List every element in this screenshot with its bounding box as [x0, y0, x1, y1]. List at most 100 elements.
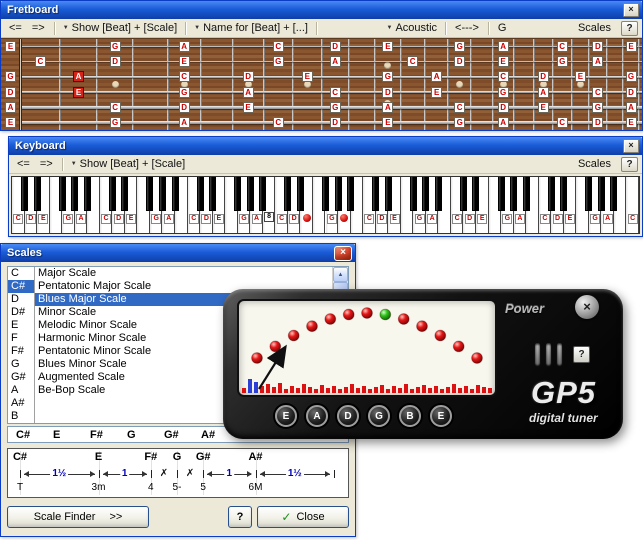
previous-beat-button[interactable]: <= [5, 21, 26, 35]
root-note-item[interactable]: D [8, 293, 34, 306]
scales-button[interactable]: Scales [574, 157, 615, 171]
fretboard-note[interactable]: G [592, 102, 603, 113]
piano-black-key[interactable] [560, 177, 567, 211]
scroll-up-button[interactable]: ▲ [333, 267, 348, 282]
fretboard-note[interactable]: E [243, 102, 254, 113]
tuner-string-button[interactable]: E [430, 405, 452, 427]
fretboard-note[interactable]: C [273, 41, 284, 52]
piano-black-key[interactable] [121, 177, 128, 211]
piano-black-key[interactable] [21, 177, 28, 211]
fretboard-note[interactable]: C [592, 87, 603, 98]
fretboard-note[interactable]: A [592, 56, 603, 67]
fretboard-note[interactable]: D [110, 56, 121, 67]
root-note-item[interactable]: A [8, 384, 34, 397]
fretboard-note[interactable]: G [330, 102, 341, 113]
fretboard-note[interactable]: C [407, 56, 418, 67]
scales-titlebar[interactable]: Scales × [1, 244, 355, 262]
piano-black-key[interactable] [347, 177, 354, 211]
piano-black-key[interactable] [59, 177, 66, 211]
next-beat-button[interactable]: => [36, 157, 57, 171]
piano-black-key[interactable] [610, 177, 617, 211]
tuner-string-button[interactable]: B [399, 405, 421, 427]
root-note-item[interactable]: A# [8, 397, 34, 410]
scale-finder-button[interactable]: Scale Finder >> [7, 506, 149, 528]
fretboard-surface[interactable]: EGACDEGACDECDEGACDEGAGACDEGACDEGDEGACDEG… [1, 38, 642, 130]
piano-black-key[interactable] [146, 177, 153, 211]
fretboard-note[interactable]: E [538, 102, 549, 113]
tuner-window[interactable]: Power × ? GP5 digital tuner EADGBE [223, 289, 623, 439]
fretboard-note[interactable]: E [179, 56, 190, 67]
fretboard-note[interactable]: G [382, 71, 393, 82]
root-note-item[interactable]: G# [8, 371, 34, 384]
root-note-item[interactable]: B [8, 410, 34, 423]
fretboard-note[interactable]: C [273, 117, 284, 128]
fretboard-note[interactable]: D [498, 102, 509, 113]
fretboard-note[interactable]: A [243, 87, 254, 98]
fretboard-note[interactable]: A [179, 117, 190, 128]
tuner-close-button[interactable]: × [575, 295, 599, 319]
fretboard-note[interactable]: E [5, 117, 16, 128]
piano-black-key[interactable] [172, 177, 179, 211]
fretboard-note[interactable]: E [5, 41, 16, 52]
piano-black-key[interactable] [435, 177, 442, 211]
fretboard-note[interactable]: A [431, 71, 442, 82]
fretboard-note[interactable]: A [498, 41, 509, 52]
piano-black-key[interactable] [335, 177, 342, 211]
fretboard-note[interactable]: G [498, 87, 509, 98]
fretboard-note[interactable]: D [626, 87, 637, 98]
fretboard-note[interactable]: E [498, 56, 509, 67]
root-note-item[interactable]: E [8, 319, 34, 332]
scales-button[interactable]: Scales [574, 21, 615, 35]
piano-black-key[interactable] [247, 177, 254, 211]
piano-black-key[interactable] [548, 177, 555, 211]
fretboard-note[interactable]: G [179, 87, 190, 98]
piano-black-key[interactable] [159, 177, 166, 211]
fretboard-note[interactable]: C [35, 56, 46, 67]
piano-black-key[interactable] [234, 177, 241, 211]
fretboard-close-button[interactable]: × [623, 3, 639, 17]
root-note-item[interactable]: F# [8, 345, 34, 358]
fretboard-note[interactable]: A [330, 56, 341, 67]
piano-black-key[interactable] [598, 177, 605, 211]
fretboard-note[interactable]: G [5, 71, 16, 82]
piano-black-key[interactable] [259, 177, 266, 211]
fretboard-note[interactable]: D [592, 117, 603, 128]
fretboard-note[interactable]: D [382, 87, 393, 98]
piano-black-key[interactable] [197, 177, 204, 211]
fretboard-note[interactable]: G [110, 117, 121, 128]
fretboard-note[interactable]: C [557, 117, 568, 128]
keyboard-titlebar[interactable]: Keyboard × [9, 137, 642, 155]
tuner-string-button[interactable]: G [368, 405, 390, 427]
piano-black-key[interactable] [34, 177, 41, 211]
tuner-string-button[interactable]: A [306, 405, 328, 427]
fretboard-note[interactable]: G [454, 41, 465, 52]
scale-item[interactable]: Major Scale [35, 267, 332, 280]
fretboard-note[interactable]: G [454, 117, 465, 128]
fretboard-note[interactable]: G [557, 56, 568, 67]
fretboard-note[interactable]: G [273, 56, 284, 67]
name-mode-menu[interactable]: ▼ Name for [Beat] + [...] [191, 21, 311, 35]
fretboard-note[interactable]: D [454, 56, 465, 67]
fretboard-note[interactable]: A [382, 102, 393, 113]
piano-black-key[interactable] [297, 177, 304, 211]
piano-black-key[interactable] [498, 177, 505, 211]
fretboard-note[interactable]: E [626, 117, 637, 128]
root-note-item[interactable]: G [8, 358, 34, 371]
string-spread-button[interactable]: <---> [451, 21, 483, 35]
fretboard-note[interactable]: E [382, 41, 393, 52]
fretboard-note[interactable]: D [592, 41, 603, 52]
root-note-item[interactable]: F [8, 332, 34, 345]
fretboard-note[interactable]: C [330, 87, 341, 98]
show-mode-menu[interactable]: ▼ Show [Beat] + [Scale] [60, 21, 180, 35]
fretboard-note[interactable]: E [575, 71, 586, 82]
fretboard-note[interactable]: D [179, 102, 190, 113]
next-beat-button[interactable]: => [28, 21, 49, 35]
fretboard-note[interactable]: D [243, 71, 254, 82]
fretboard-note[interactable]: D [330, 41, 341, 52]
fretboard-note[interactable]: D [5, 87, 16, 98]
fretboard-note[interactable]: A [538, 87, 549, 98]
piano-black-key[interactable] [460, 177, 467, 211]
fretboard-beat-note[interactable]: A [73, 71, 84, 82]
fretboard-note[interactable]: E [431, 87, 442, 98]
piano-black-key[interactable] [410, 177, 417, 211]
